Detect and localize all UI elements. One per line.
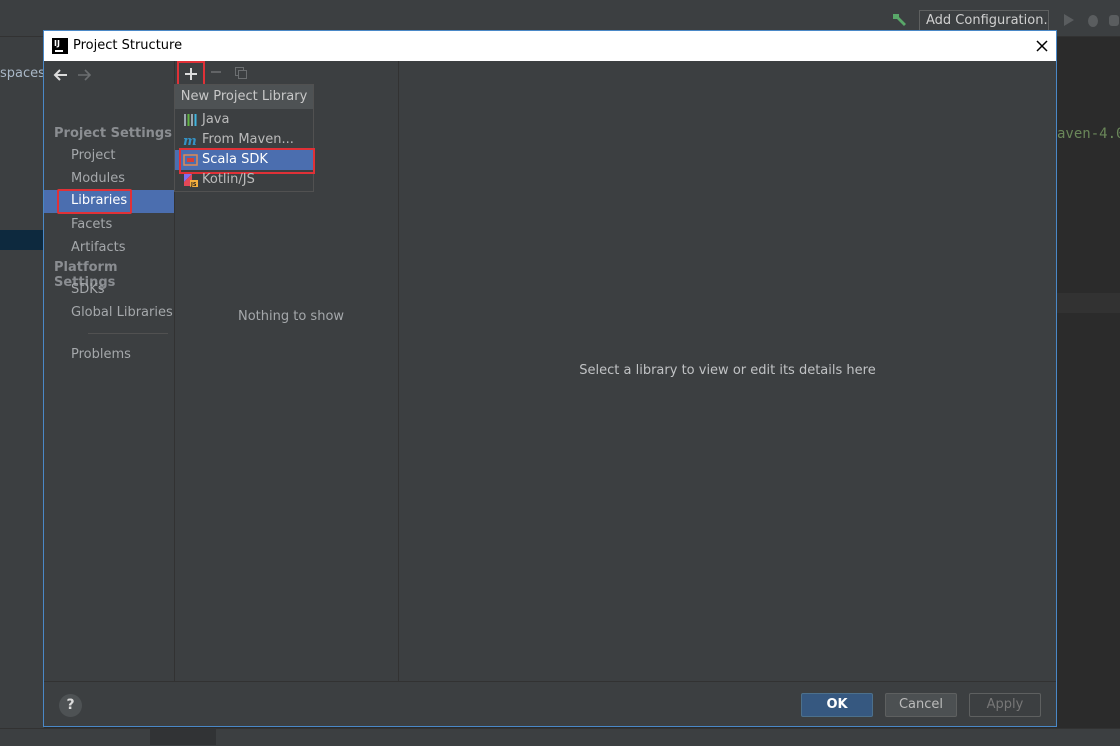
cancel-button[interactable]: Cancel bbox=[885, 693, 957, 717]
ide-current-line bbox=[1057, 293, 1120, 313]
help-button[interactable]: ? bbox=[59, 694, 82, 717]
popup-item-label: Java bbox=[202, 112, 230, 127]
empty-list-text: Nothing to show bbox=[238, 309, 345, 324]
sidebar-item-libraries[interactable]: Libraries bbox=[44, 189, 174, 214]
popup-item-java[interactable]: Java bbox=[175, 110, 313, 130]
minus-icon[interactable] bbox=[209, 65, 223, 79]
details-hint-text: Select a library to view or edit its det… bbox=[579, 363, 876, 378]
sidebar-item-facets[interactable]: Facets bbox=[71, 217, 112, 232]
project-settings-header: Project Settings bbox=[54, 126, 172, 141]
sidebar-divider bbox=[88, 333, 168, 334]
ok-button[interactable]: OK bbox=[801, 693, 873, 717]
sidebar-item-sdks[interactable]: SDKs bbox=[71, 282, 105, 297]
popup-item-label: From Maven... bbox=[202, 132, 294, 147]
sidebar-item-problems[interactable]: Problems bbox=[71, 347, 131, 362]
kotlin-js-icon: JS bbox=[184, 174, 198, 187]
dialog-title: Project Structure bbox=[73, 38, 183, 53]
ide-code-fragment: aven-4.0 bbox=[1057, 126, 1120, 142]
dialog-footer: ? OK Cancel Apply bbox=[44, 681, 1056, 726]
close-icon[interactable] bbox=[1034, 38, 1050, 54]
svg-text:m: m bbox=[183, 134, 197, 147]
sidebar-item-modules[interactable]: Modules bbox=[71, 171, 125, 186]
sidebar-item-global-libraries[interactable]: Global Libraries bbox=[71, 305, 173, 320]
maven-icon: m bbox=[183, 134, 197, 147]
debug-icon[interactable] bbox=[1086, 12, 1100, 28]
java-library-icon bbox=[184, 114, 197, 126]
coverage-icon[interactable] bbox=[1108, 12, 1120, 28]
svg-text:JS: JS bbox=[190, 182, 197, 187]
copy-icon[interactable] bbox=[234, 66, 248, 80]
popup-header: New Project Library bbox=[175, 85, 313, 109]
build-hammer-icon[interactable] bbox=[890, 11, 908, 27]
settings-sidebar: Project Settings Project Modules Librari… bbox=[44, 61, 174, 681]
ide-project-panel bbox=[0, 37, 44, 745]
run-icon[interactable] bbox=[1062, 13, 1076, 27]
add-configuration-button[interactable]: Add Configuration... bbox=[919, 10, 1049, 32]
ide-path-fragment: spaces\ bbox=[0, 66, 50, 81]
popup-item-from-maven[interactable]: m From Maven... bbox=[175, 130, 313, 150]
back-arrow-icon[interactable] bbox=[52, 68, 68, 82]
library-details-pane: Select a library to view or edit its det… bbox=[399, 61, 1056, 681]
popup-item-scala-sdk[interactable]: Scala SDK bbox=[175, 148, 315, 174]
apply-button[interactable]: Apply bbox=[969, 693, 1041, 717]
dialog-titlebar: IJ Project Structure bbox=[44, 31, 1056, 61]
intellij-logo-icon: IJ bbox=[52, 38, 68, 54]
sidebar-item-project[interactable]: Project bbox=[71, 148, 115, 163]
highlight-box-libraries bbox=[57, 189, 132, 214]
popup-item-kotlin-js[interactable]: JS Kotlin/JS bbox=[175, 170, 313, 190]
forward-arrow-icon[interactable] bbox=[77, 68, 93, 82]
plus-icon bbox=[185, 68, 197, 80]
sidebar-item-artifacts[interactable]: Artifacts bbox=[71, 240, 126, 255]
ide-selected-row bbox=[0, 230, 44, 250]
new-project-library-popup: New Project Library Java m From Maven...… bbox=[174, 84, 315, 192]
ide-status-segment bbox=[150, 728, 216, 745]
popup-item-label: Kotlin/JS bbox=[202, 172, 255, 187]
